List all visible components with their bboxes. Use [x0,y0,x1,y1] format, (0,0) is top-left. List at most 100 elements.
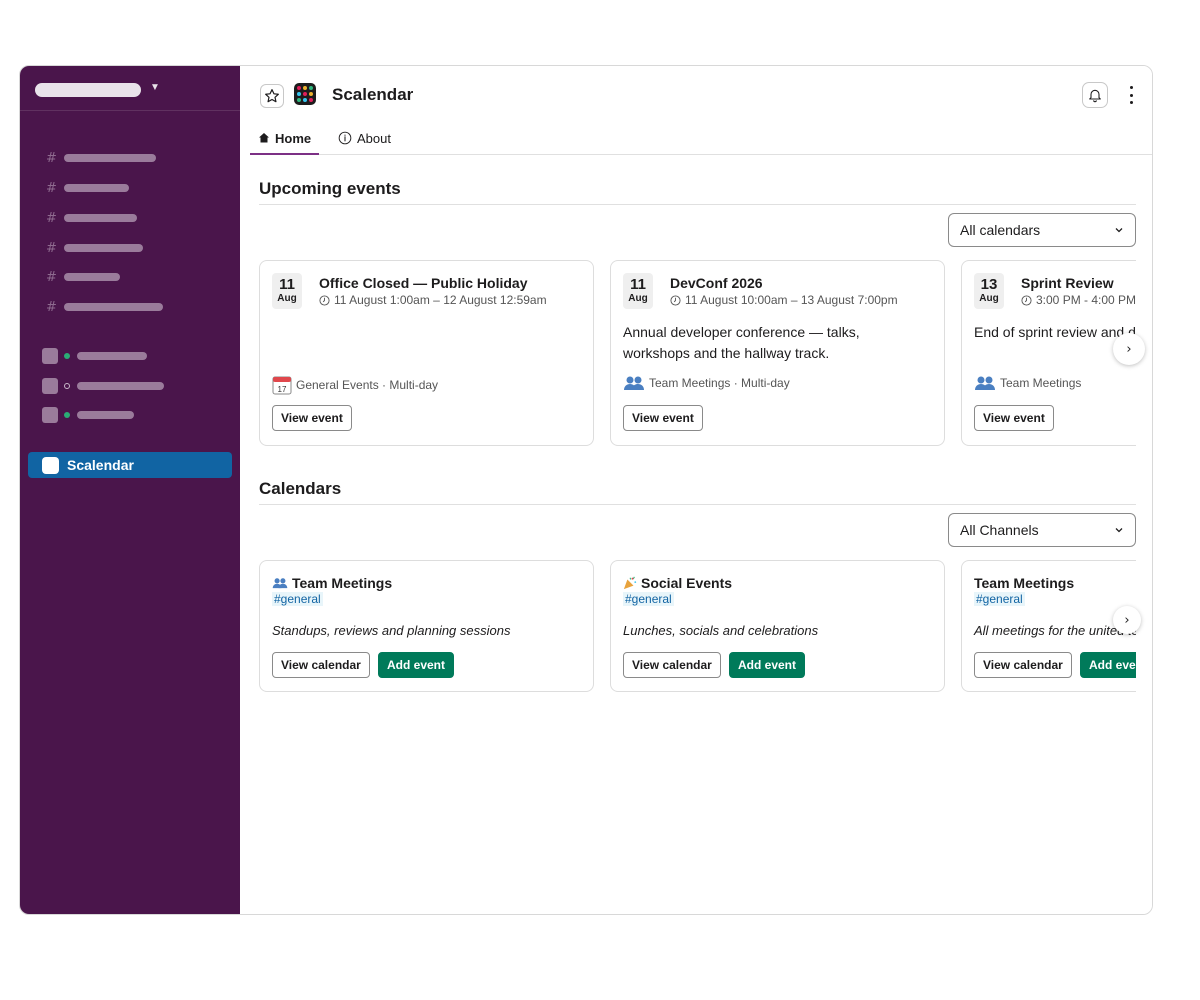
sidebar-dm[interactable] [42,406,134,424]
sidebar-channel[interactable]: # [46,240,143,256]
event-title: Sprint Review [1021,275,1114,291]
view-event-button[interactable]: View event [623,405,703,431]
party-popper-icon [623,576,637,590]
presence-active-icon [64,412,70,418]
view-calendar-button[interactable]: View calendar [623,652,721,678]
sidebar-dm[interactable] [42,377,164,395]
people-icon [974,375,996,391]
calendar-title: Team Meetings [974,575,1074,591]
calendar-name: Team Meetings [974,575,1075,591]
event-meta: 17 General Events · Multi-day [272,375,438,395]
calendar-title: Social Events [623,575,732,591]
sidebar-channel[interactable]: # [46,211,137,226]
event-time-text: 3:00 PM - 4:00 PM [1036,293,1136,307]
sidebar-item-label: Scalendar [67,457,134,473]
hash-icon: # [46,269,57,285]
clock-icon [670,294,681,306]
events-carousel: 11 Aug Office Closed — Public Holiday 11… [259,260,1136,446]
dm-name-placeholder [77,352,147,360]
channel-name-placeholder [64,214,137,222]
calendar-description: All meetings for the united team [974,623,1136,638]
event-card: 11 Aug Office Closed — Public Holiday 11… [259,260,594,446]
carousel-next-button[interactable]: › [1113,606,1141,634]
presence-active-icon [64,353,70,359]
bell-icon [1089,89,1101,103]
add-event-button[interactable]: Add event [729,652,806,678]
view-event-button[interactable]: View event [272,405,352,431]
calendar-title: Team Meetings [272,575,392,591]
view-event-button[interactable]: View event [974,405,1054,431]
date-badge: 11 Aug [272,273,302,309]
star-button[interactable] [260,84,284,108]
sidebar-channel[interactable]: # [46,151,156,166]
event-time-text: 11 August 10:00am – 13 August 7:00pm [685,293,898,307]
hash-icon: # [46,299,57,315]
channel-name-placeholder [64,244,143,252]
section-title-calendars: Calendars [259,479,342,498]
sidebar-item-scalendar[interactable]: Scalendar [28,452,232,478]
avatar [42,378,58,394]
app-window: ▼ # # # # # # Scalendar Scalendar Home A… [19,65,1153,915]
calendar-name: Social Events [641,575,733,591]
avatar [42,407,58,423]
event-time: 11 August 10:00am – 13 August 7:00pm [670,293,898,307]
app-header: Scalendar [240,66,1152,122]
tab-label: Home [275,130,312,146]
channel-name-placeholder [64,184,129,192]
tab-home[interactable]: Home [250,122,320,155]
scalendar-logo [294,83,316,105]
carousel-next-button[interactable]: › [1113,333,1145,365]
event-time-text: 11 August 1:00am – 12 August 12:59am [334,293,547,307]
date-month: Aug [277,293,297,304]
tab-label: About [357,130,391,146]
add-event-button[interactable]: Add event [1080,652,1136,678]
channel-filter-select[interactable]: All Channels [948,513,1136,547]
event-meta: Team Meetings · Multi-day [623,375,790,391]
section-title-upcoming: Upcoming events [259,179,401,198]
sidebar-channel[interactable]: # [46,181,129,196]
view-calendar-button[interactable]: View calendar [974,652,1072,678]
chevron-right-icon: › [1124,612,1130,628]
calendar-card: Team Meetings #general Standups, reviews… [259,560,594,692]
presence-away-icon [64,383,70,389]
event-meta-text: Team Meetings [1000,376,1082,390]
calendar-card: Social Events #general Lunches, socials … [610,560,945,692]
sidebar-channel[interactable]: # [46,269,120,285]
select-value: All calendars [960,222,1041,238]
view-calendar-button[interactable]: View calendar [272,652,370,678]
date-day: 11 [630,276,646,293]
event-title: Office Closed — Public Holiday [319,275,528,291]
notifications-button[interactable] [1082,82,1108,108]
event-card: 13 Aug Sprint Review 3:00 PM - 4:00 PM E… [961,260,1136,446]
workspace-name-placeholder [35,83,141,97]
calendars-carousel: Team Meetings #general Standups, reviews… [259,560,1136,692]
channel-link[interactable]: #general [272,592,323,606]
sidebar-dm[interactable] [42,347,147,365]
event-meta: Team Meetings [974,375,1081,391]
calendar-icon: 17 [272,375,292,395]
clock-icon [1021,294,1032,306]
app-title: Scalendar [332,85,414,104]
workspace-switcher[interactable]: ▼ [20,66,240,111]
calendar-filter-select[interactable]: All calendars [948,213,1136,247]
event-description: Annual developer conference — talks, wor… [623,324,860,361]
chevron-down-icon [1115,528,1123,533]
dm-name-placeholder [77,382,164,390]
event-time: 3:00 PM - 4:00 PM [1021,293,1136,307]
tab-about[interactable]: About [338,122,391,154]
hash-icon: # [46,240,57,256]
calendar-description: Standups, reviews and planning sessions [272,623,511,638]
more-options-icon[interactable] [1126,84,1136,106]
event-meta-text: General Events · Multi-day [296,378,439,392]
add-event-button[interactable]: Add event [378,652,455,678]
date-month: Aug [628,293,648,304]
chevron-down-icon [1115,228,1123,233]
channel-name-placeholder [64,154,156,162]
people-icon [272,577,288,589]
channel-link[interactable]: #general [623,592,674,606]
avatar [42,348,58,364]
divider [259,504,1136,505]
channel-link[interactable]: #general [974,592,1025,606]
sidebar-channel[interactable]: # [46,299,163,315]
channel-name-placeholder [64,303,163,311]
